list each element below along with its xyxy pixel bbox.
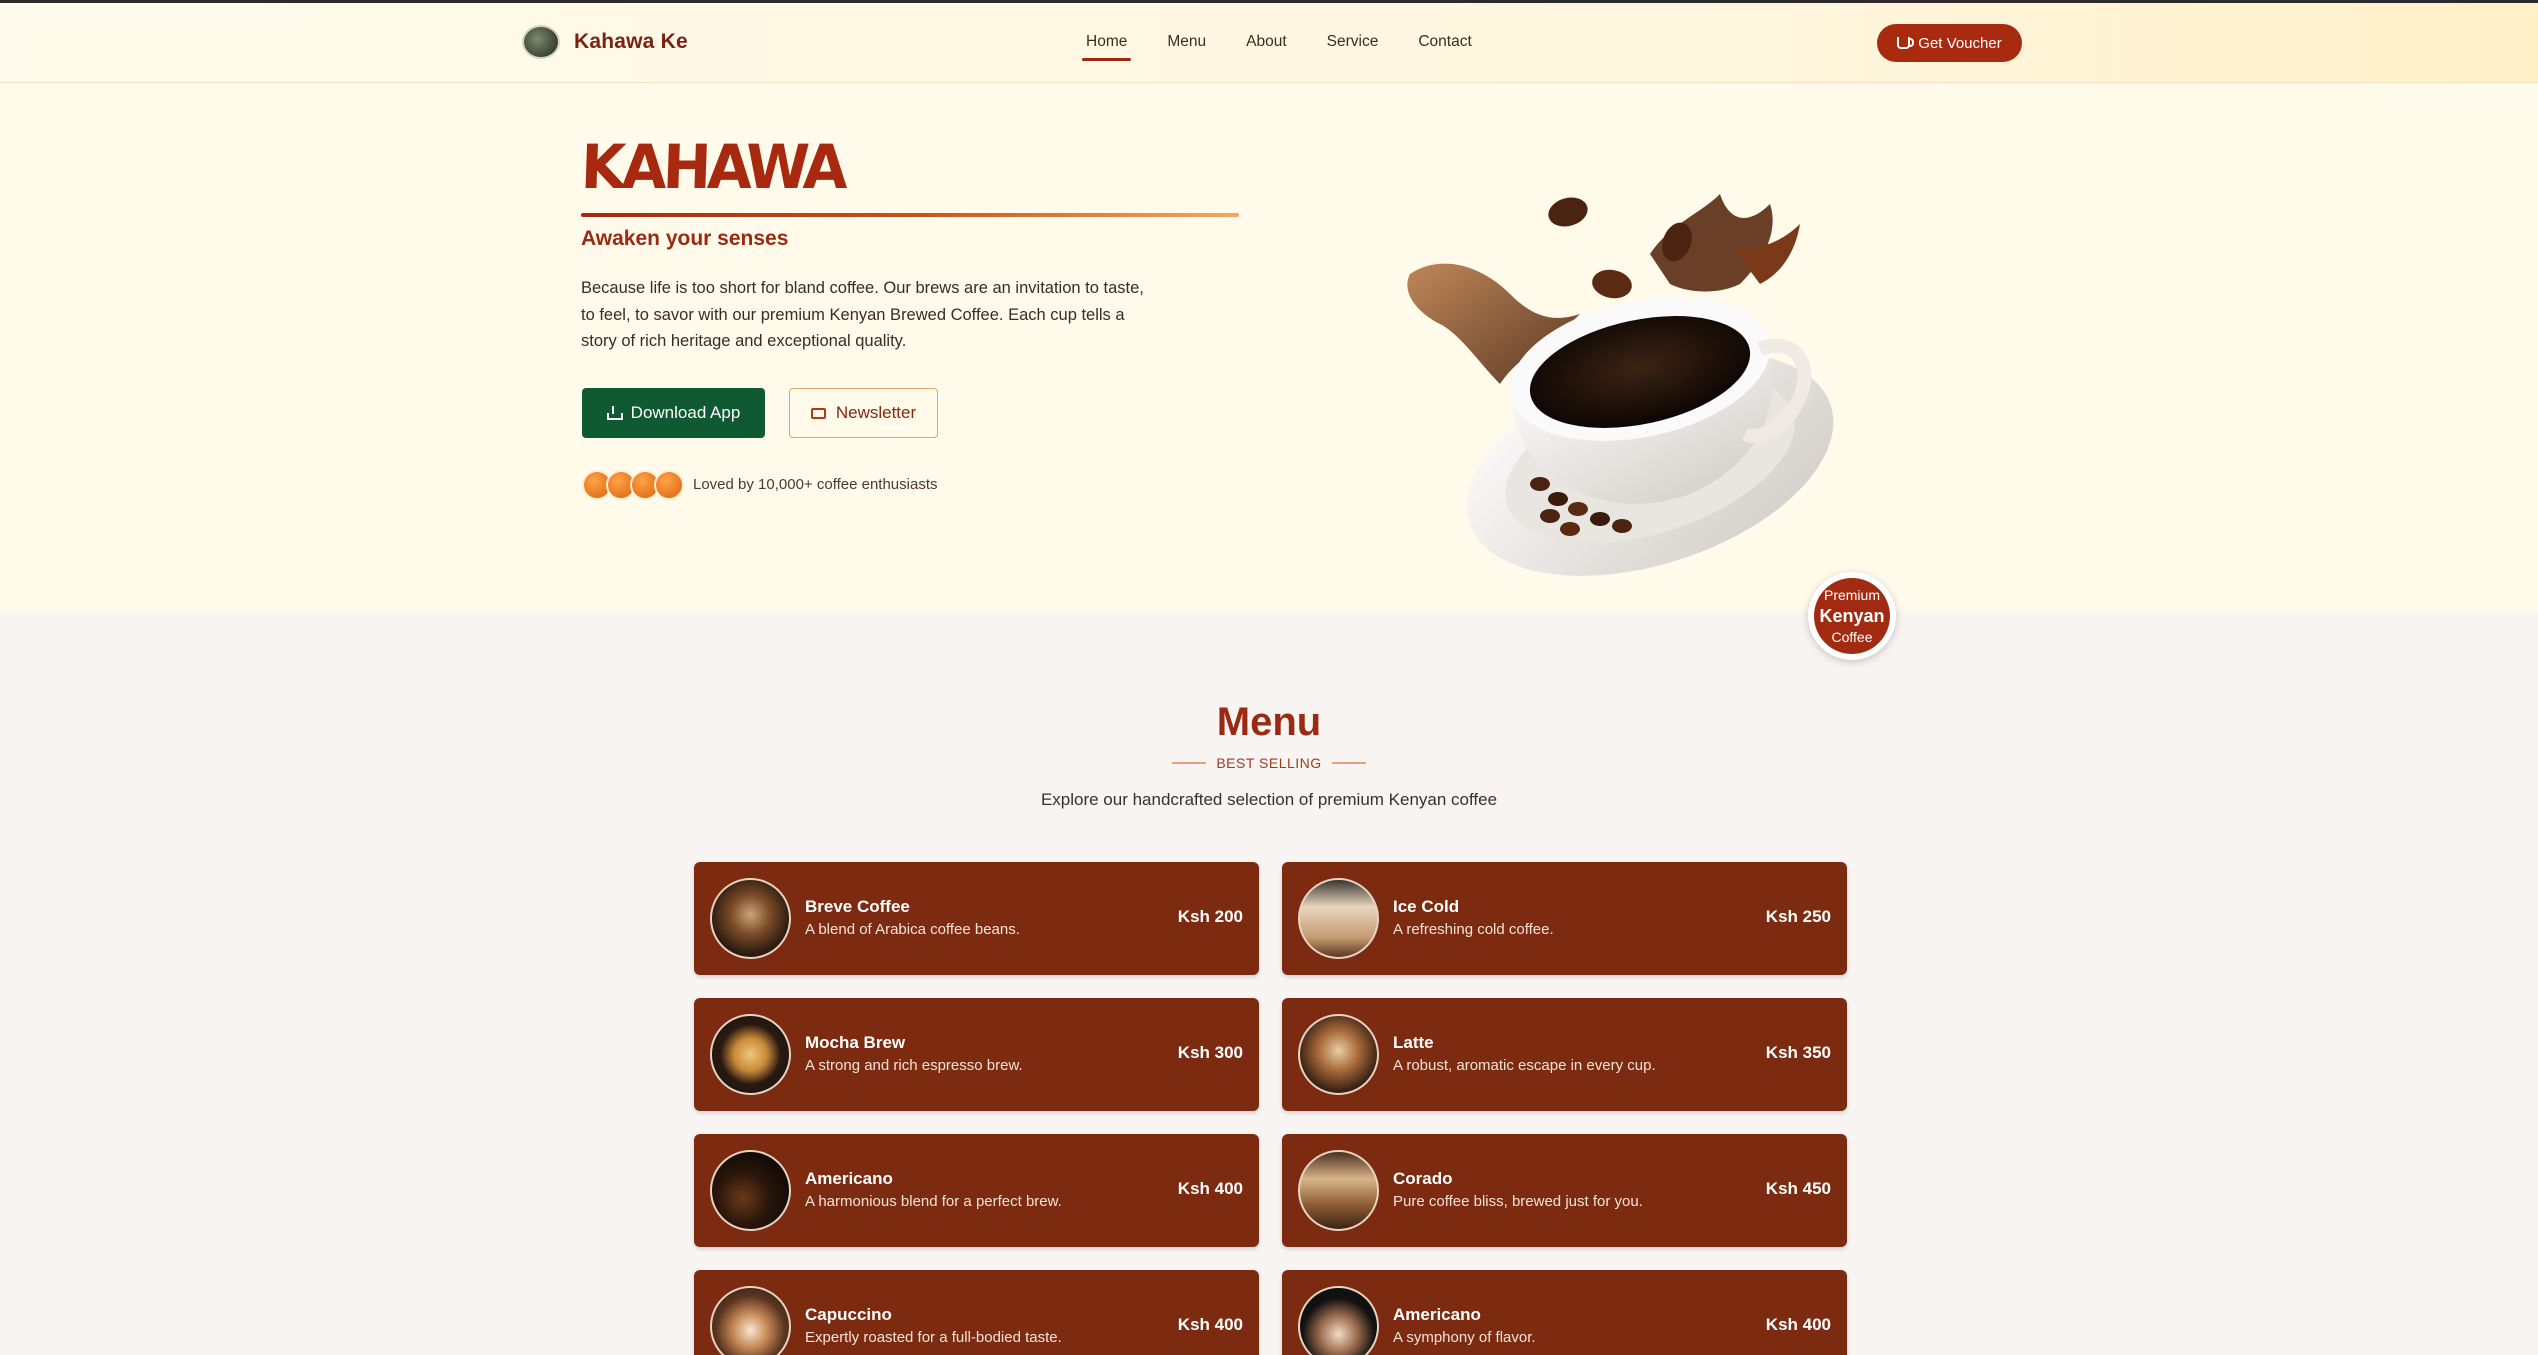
premium-kenyan-coffee-badge: Premium Kenyan Coffee	[1808, 572, 1896, 660]
badge-line-3: Coffee	[1831, 629, 1873, 645]
coffee-cup-icon	[1897, 37, 1915, 49]
coffee-cup-illustration	[1407, 194, 1834, 576]
nav-about[interactable]: About	[1242, 29, 1291, 61]
newsletter-label: Newsletter	[835, 403, 917, 422]
subtitle-line-right	[1331, 762, 1366, 764]
menu-item-price: Ksh 450	[1765, 1179, 1831, 1198]
subtitle-line-left	[1172, 762, 1207, 764]
menu-item-price: Ksh 400	[1177, 1179, 1243, 1198]
menu-item-name: Americano	[805, 1169, 893, 1188]
menu-item-name: Americano	[1393, 1305, 1481, 1324]
coffee-thumbnail	[1298, 878, 1379, 959]
hero-divider	[581, 213, 1239, 217]
badge-line-2: Kenyan	[1819, 606, 1885, 626]
hero-logo: KAHAWA	[579, 131, 846, 203]
hero-description: Because life is too short for bland coff…	[581, 279, 1144, 350]
loved-by-text: Loved by 10,000+ coffee enthusiasts	[693, 476, 938, 493]
coffee-thumbnail	[710, 1286, 791, 1355]
menu-item-price: Ksh 300	[1177, 1043, 1243, 1062]
menu-item-desc: A refreshing cold coffee.	[1393, 921, 1554, 938]
coffee-thumbnail	[1298, 1150, 1379, 1231]
menu-item-price: Ksh 400	[1765, 1315, 1831, 1334]
customer-avatars	[582, 470, 684, 500]
hero-tagline: Awaken your senses	[581, 227, 789, 250]
coffee-thumbnail	[710, 1014, 791, 1095]
menu-item-name: Corado	[1393, 1169, 1453, 1188]
download-icon	[606, 406, 623, 420]
menu-card[interactable]: Americano A harmonious blend for a perfe…	[694, 1134, 1259, 1247]
menu-item-name: Latte	[1393, 1033, 1434, 1052]
avatar	[654, 470, 684, 500]
menu-item-name: Capuccino	[805, 1305, 892, 1324]
menu-card[interactable]: Ice Cold A refreshing cold coffee. Ksh 2…	[1282, 862, 1847, 975]
menu-item-desc: Expertly roasted for a full-bodied taste…	[805, 1329, 1062, 1346]
mail-icon	[810, 407, 826, 419]
menu-subtitle: BEST SELLING	[1172, 755, 1366, 771]
get-voucher-button[interactable]: Get Voucher	[1877, 24, 2022, 62]
coffee-thumbnail	[710, 878, 791, 959]
menu-item-price: Ksh 400	[1177, 1315, 1243, 1334]
menu-title: Menu	[1216, 700, 1322, 744]
brand-logo-icon	[522, 25, 560, 59]
hero-section: KAHAWA Awaken your senses Because life i…	[0, 84, 2538, 660]
badge-line-1: Premium	[1823, 587, 1880, 603]
brand-name: Kahawa Ke	[574, 30, 688, 53]
menu-item-name: Breve Coffee	[805, 897, 910, 916]
menu-card[interactable]: Mocha Brew A strong and rich espresso br…	[694, 998, 1259, 1111]
menu-card[interactable]: Corado Pure coffee bliss, brewed just fo…	[1282, 1134, 1847, 1247]
menu-item-price: Ksh 250	[1765, 907, 1831, 926]
nav-service[interactable]: Service	[1323, 29, 1383, 61]
nav-menu[interactable]: Menu	[1163, 29, 1210, 61]
menu-card[interactable]: Latte A robust, aromatic escape in every…	[1282, 998, 1847, 1111]
menu-item-price: Ksh 200	[1177, 907, 1243, 926]
menu-item-desc: A symphony of flavor.	[1393, 1329, 1536, 1346]
get-voucher-label: Get Voucher	[1918, 34, 2002, 52]
coffee-thumbnail	[1298, 1286, 1379, 1355]
menu-card[interactable]: Americano A symphony of flavor. Ksh 400	[1282, 1270, 1847, 1355]
main-nav: Home Menu About Service Contact	[1082, 29, 1508, 61]
menu-card[interactable]: Breve Coffee A blend of Arabica coffee b…	[694, 862, 1259, 975]
menu-item-desc: A blend of Arabica coffee beans.	[805, 921, 1020, 938]
menu-item-name: Mocha Brew	[805, 1033, 906, 1052]
menu-item-desc: Pure coffee bliss, brewed just for you.	[1393, 1193, 1643, 1210]
site-header: Kahawa Ke Home Menu About Service Contac…	[0, 3, 2538, 83]
nav-contact[interactable]: Contact	[1414, 29, 1475, 61]
menu-item-name: Ice Cold	[1393, 897, 1460, 916]
menu-subtitle-text: BEST SELLING	[1216, 755, 1322, 771]
menu-item-price: Ksh 350	[1765, 1043, 1831, 1062]
menu-item-desc: A robust, aromatic escape in every cup.	[1393, 1057, 1656, 1074]
download-app-label: Download App	[630, 403, 741, 422]
menu-card[interactable]: Capuccino Expertly roasted for a full-bo…	[694, 1270, 1259, 1355]
menu-item-desc: A strong and rich espresso brew.	[805, 1057, 1023, 1074]
coffee-thumbnail	[710, 1150, 791, 1231]
nav-home[interactable]: Home	[1082, 29, 1132, 61]
newsletter-button[interactable]: Newsletter	[789, 388, 938, 438]
download-app-button[interactable]: Download App	[582, 388, 765, 438]
menu-intro: Explore our handcrafted selection of pre…	[1040, 790, 1498, 809]
coffee-thumbnail	[1298, 1014, 1379, 1095]
menu-item-desc: A harmonious blend for a perfect brew.	[805, 1193, 1062, 1210]
brand[interactable]: Kahawa Ke	[522, 25, 688, 59]
